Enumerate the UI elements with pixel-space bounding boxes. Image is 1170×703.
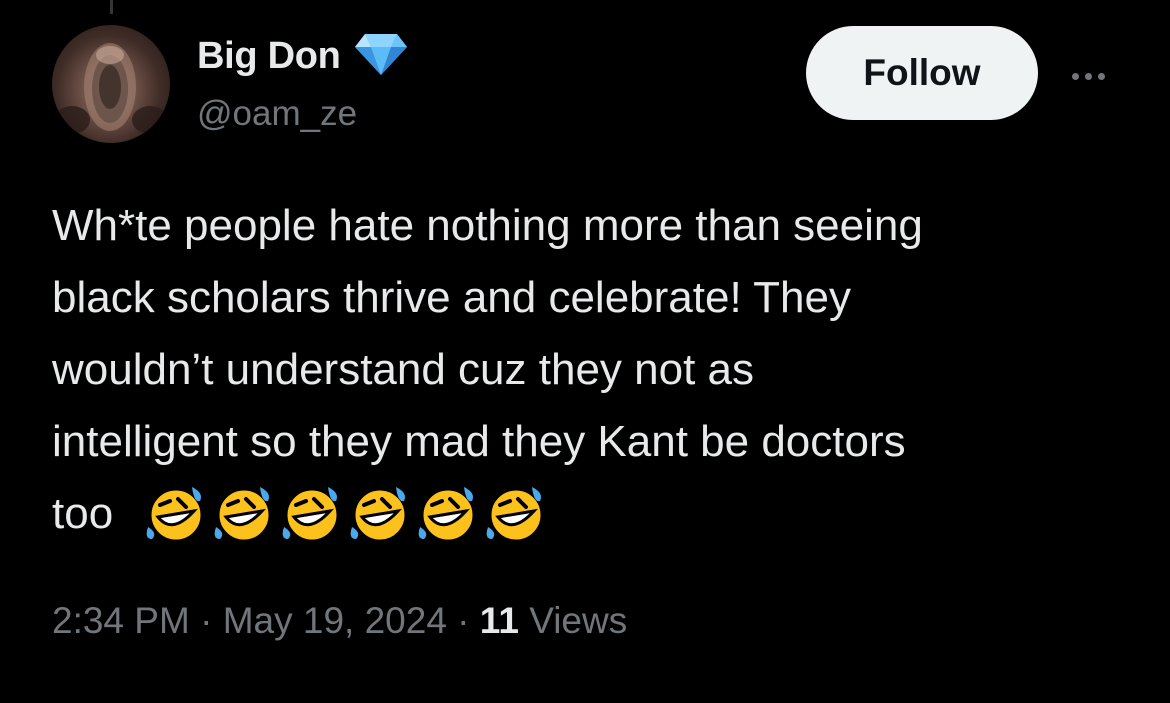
avatar-image — [54, 43, 168, 134]
avatar[interactable] — [52, 25, 170, 143]
diamond-icon — [353, 31, 409, 82]
rolling-on-floor-laughing-icon — [282, 487, 340, 543]
follow-button[interactable]: Follow — [806, 26, 1038, 120]
more-options-icon[interactable] — [1063, 56, 1113, 96]
rolling-on-floor-laughing-icon — [214, 487, 272, 543]
display-name[interactable]: Big Don — [197, 35, 341, 78]
meta-separator: · — [189, 600, 223, 641]
views-count[interactable]: 11 — [480, 600, 519, 642]
rolling-on-floor-laughing-icon — [418, 487, 476, 543]
tweet-time[interactable]: 2:34 PM — [52, 600, 190, 642]
tweet-meta: 2:34 PM · May 19, 2024 · 11 Views — [52, 600, 627, 642]
views-label[interactable]: Views — [519, 600, 627, 642]
meta-separator: · — [446, 600, 480, 641]
rolling-on-floor-laughing-icon — [486, 487, 544, 543]
author-name-row: Big Don — [197, 33, 409, 79]
thread-connector-line — [110, 0, 113, 14]
handle[interactable]: @oam_ze — [197, 94, 357, 134]
rolling-on-floor-laughing-icon — [146, 487, 204, 543]
tweet-date[interactable]: May 19, 2024 — [223, 600, 447, 642]
emoji-row — [142, 483, 550, 545]
views-label-text: Views — [529, 600, 628, 641]
rolling-on-floor-laughing-icon — [350, 487, 408, 543]
